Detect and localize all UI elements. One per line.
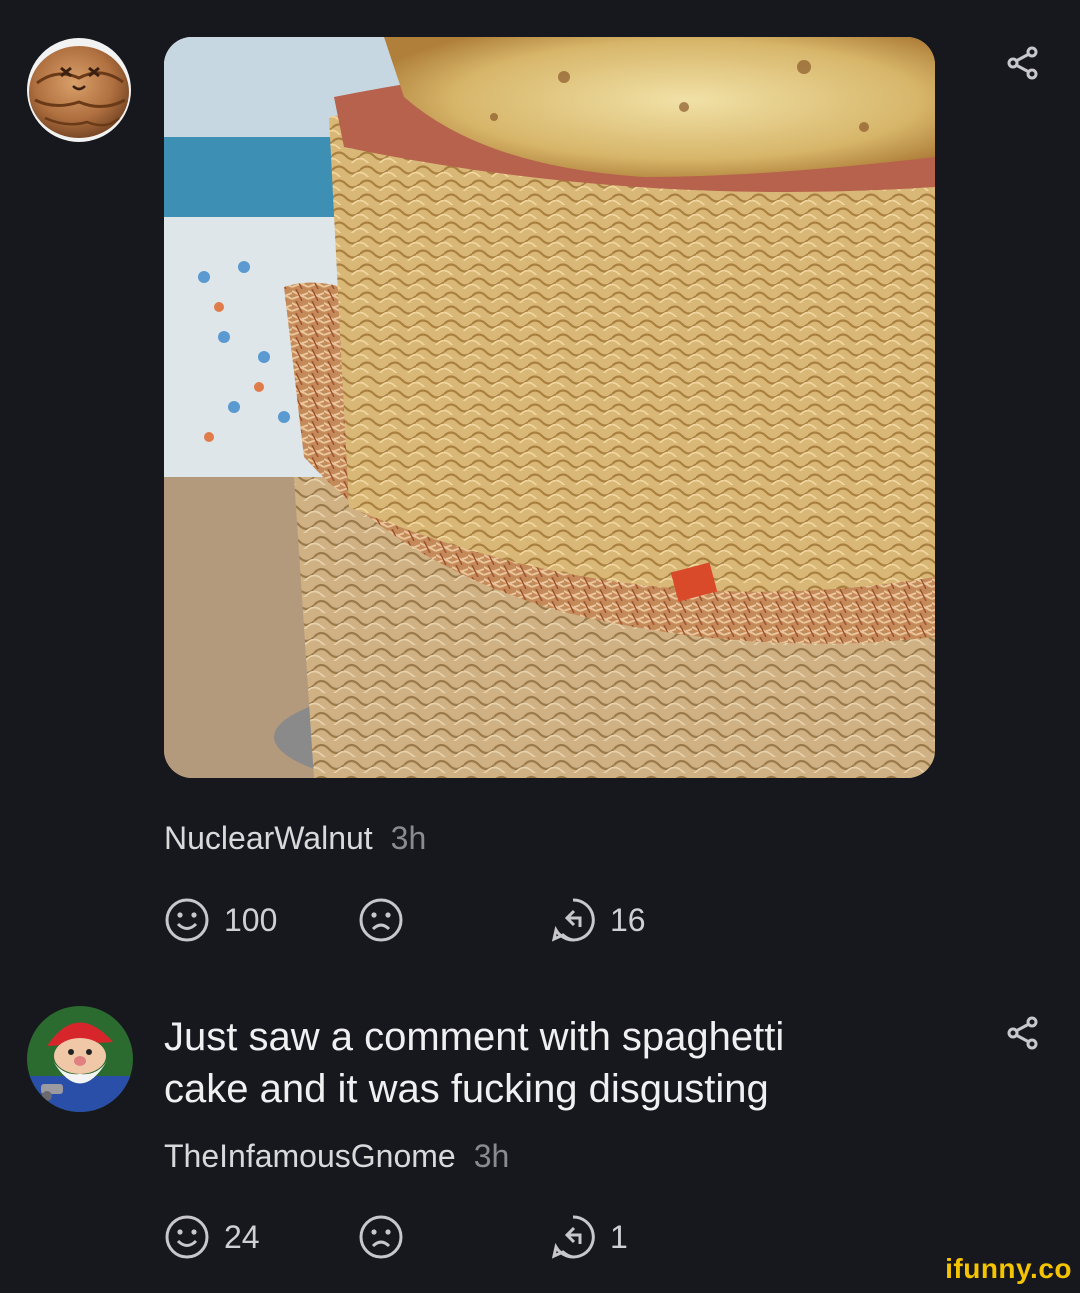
post-replies: 16 — [550, 897, 646, 943]
comment-username[interactable]: TheInfamousGnome — [164, 1138, 456, 1174]
comment-smile-count: 24 — [224, 1218, 260, 1255]
comment-reply-count: 1 — [610, 1218, 628, 1255]
post-reply-count: 16 — [610, 901, 646, 938]
ifunny-watermark: ifunny.co — [945, 1253, 1072, 1284]
smile-icon[interactable] — [164, 897, 210, 943]
comment-time: 3h — [473, 1138, 510, 1174]
share-icon[interactable] — [1005, 45, 1041, 81]
post-smile-count: 100 — [224, 901, 278, 938]
comment-reactions: 24 — [164, 1214, 260, 1260]
comment-replies: 1 — [550, 1214, 628, 1260]
post-image[interactable] — [164, 37, 935, 778]
walnut-avatar-image — [27, 38, 131, 142]
share-icon[interactable] — [1005, 1015, 1041, 1051]
frown-icon[interactable] — [358, 1214, 404, 1260]
avatar-theinfamousgnome[interactable] — [27, 1006, 133, 1112]
gnome-avatar-image — [27, 1006, 133, 1112]
frown-icon[interactable] — [358, 897, 404, 943]
noodle-cake-photo — [164, 37, 935, 778]
comment-text: Just saw a comment with spaghetti cake a… — [164, 1011, 944, 1115]
reply-icon[interactable] — [550, 897, 596, 943]
comment-text-line2: cake and it was fucking disgusting — [164, 1067, 769, 1111]
post-time: 3h — [390, 820, 427, 856]
smile-icon[interactable] — [164, 1214, 210, 1260]
post-username[interactable]: NuclearWalnut — [164, 820, 373, 856]
post-meta: NuclearWalnut 3h — [164, 820, 426, 857]
post-reactions: 100 — [164, 897, 277, 943]
avatar-nuclearwalnut[interactable] — [27, 38, 131, 142]
comment-text-line1: Just saw a comment with spaghetti — [164, 1015, 785, 1059]
reply-icon[interactable] — [550, 1214, 596, 1260]
comment-meta: TheInfamousGnome 3h — [164, 1138, 509, 1175]
